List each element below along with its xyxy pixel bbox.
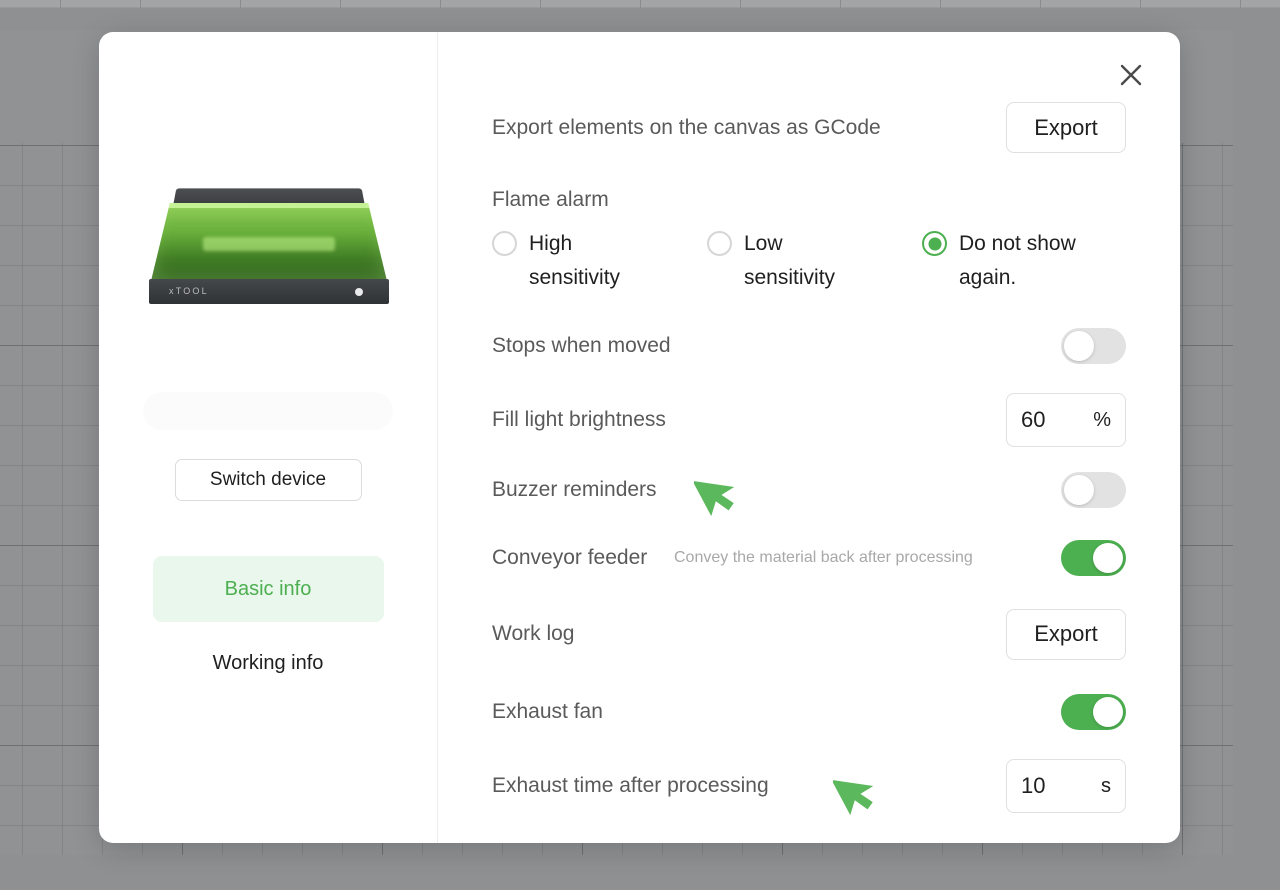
device-glass-cover [151, 203, 387, 281]
sidebar-item-basic-info[interactable]: Basic info [152, 556, 384, 622]
export-gcode-row: Export elements on the canvas as GCode E… [492, 102, 1126, 153]
radio-circle-selected-icon [922, 231, 947, 256]
work-log-row: Work log Export [492, 593, 1126, 675]
app-root: xTOOL Switch device Basic info Working i… [0, 0, 1280, 890]
dialog-sidebar: xTOOL Switch device Basic info Working i… [99, 32, 438, 843]
exhaust-time-field[interactable]: s [1006, 759, 1126, 814]
toggle-knob [1064, 475, 1094, 506]
switch-device-button[interactable]: Switch device [174, 459, 362, 501]
exhaust-time-row: Exhaust time after processing s [492, 749, 1126, 823]
export-gcode-label: Export elements on the canvas as GCode [492, 115, 881, 139]
work-log-label: Work log [492, 622, 575, 646]
stops-when-moved-label: Stops when moved [492, 334, 671, 358]
toggle-knob [1064, 331, 1094, 362]
sidebar-item-working-info[interactable]: Working info [153, 639, 384, 687]
close-icon[interactable] [1114, 58, 1148, 92]
buzzer-reminders-row: Buzzer reminders [492, 457, 1126, 523]
canvas-ruler-top [0, 0, 1280, 8]
fill-light-brightness-field[interactable]: % [1006, 393, 1126, 448]
buzzer-reminders-label: Buzzer reminders [492, 478, 657, 502]
fill-light-brightness-unit: % [1093, 408, 1111, 431]
device-settings-dialog: xTOOL Switch device Basic info Working i… [99, 32, 1180, 843]
radio-label: Low sensitivity [744, 232, 836, 290]
toggle-knob [1093, 543, 1123, 574]
radio-circle-icon [707, 231, 732, 256]
exhaust-time-label: Exhaust time after processing [492, 774, 769, 798]
radio-label: High sensitivity [529, 232, 621, 290]
flame-alarm-title: Flame alarm [492, 188, 609, 211]
dialog-content: Export elements on the canvas as GCode E… [438, 32, 1180, 843]
radio-option-do-not-show-again[interactable]: Do not show again. [922, 227, 1091, 295]
xtool-laser-device-image: xTOOL [137, 184, 399, 314]
stops-when-moved-toggle[interactable] [1061, 328, 1126, 365]
fill-light-brightness-label: Fill light brightness [492, 408, 666, 432]
exhaust-fan-toggle[interactable] [1061, 694, 1126, 731]
exhaust-time-unit: s [1101, 774, 1111, 797]
exhaust-fan-label: Exhaust fan [492, 700, 603, 724]
buzzer-reminders-toggle[interactable] [1061, 472, 1126, 509]
conveyor-feeder-toggle[interactable] [1061, 540, 1126, 577]
conveyor-feeder-label: Conveyor feeder [492, 545, 648, 569]
radio-label: Do not show again. [959, 232, 1076, 290]
device-base: xTOOL [149, 279, 389, 304]
radio-option-high-sensitivity[interactable]: High sensitivity [492, 227, 707, 295]
fill-light-brightness-row: Fill light brightness % [492, 383, 1126, 457]
radio-option-low-sensitivity[interactable]: Low sensitivity [707, 227, 922, 295]
exhaust-fan-row: Exhaust fan [492, 675, 1126, 749]
fill-light-brightness-input[interactable] [1021, 407, 1073, 434]
toggle-knob [1093, 697, 1123, 728]
sidebar-item-label: Working info [212, 651, 324, 674]
flame-alarm-radio-group: High sensitivity Low sensitivity Do not … [492, 227, 1126, 295]
device-power-led [355, 288, 363, 296]
device-brand-logo: xTOOL [169, 286, 209, 296]
conveyor-feeder-description: Convey the material back after processin… [674, 548, 973, 566]
sidebar-item-label: Basic info [224, 577, 312, 600]
stops-when-moved-row: Stops when moved [492, 309, 1126, 383]
exhaust-time-input[interactable] [1021, 773, 1073, 800]
radio-circle-icon [492, 231, 517, 256]
export-gcode-button[interactable]: Export [1006, 102, 1126, 153]
device-name-placeholder [143, 392, 393, 430]
conveyor-feeder-row: Conveyor feeder Convey the material back… [492, 523, 1126, 593]
work-log-export-button[interactable]: Export [1006, 608, 1126, 660]
